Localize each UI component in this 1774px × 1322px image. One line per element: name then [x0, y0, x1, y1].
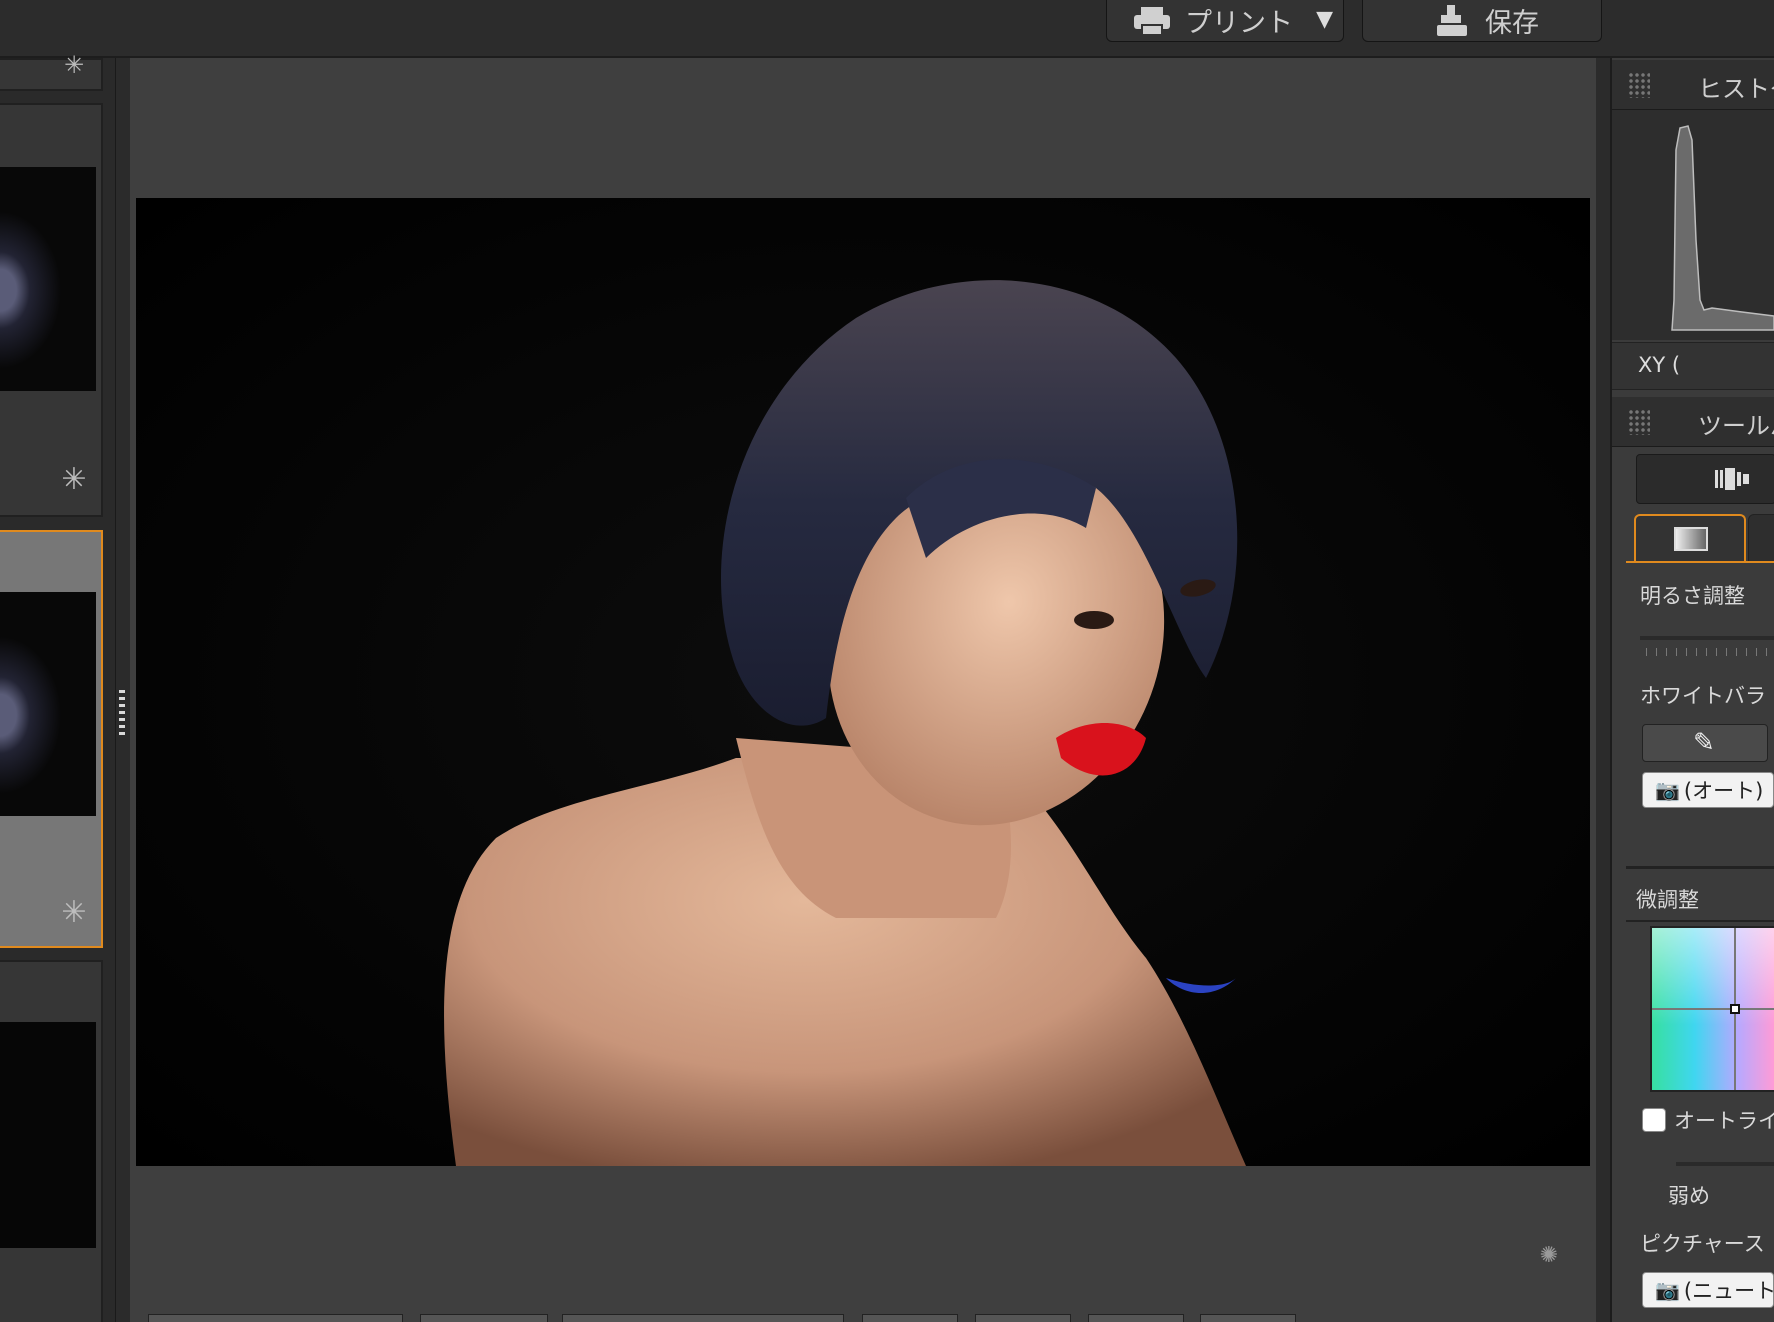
compare-icon — [1715, 468, 1749, 490]
thumbnail-image — [0, 592, 96, 816]
fine-tune-label: 微調整 — [1636, 888, 1699, 912]
histogram-area — [1612, 110, 1774, 340]
picture-style-value: (ニュート — [1683, 1279, 1774, 1303]
bottom-tab-6[interactable] — [1088, 1314, 1184, 1322]
toolbox-title: ツールバ — [1698, 412, 1774, 440]
picture-style-select[interactable]: 📷 (ニュート — [1642, 1272, 1774, 1308]
auto-light-slider[interactable] — [1676, 1162, 1774, 1166]
portrait-photo — [136, 198, 1590, 1166]
brightness-label: 明るさ調整 — [1640, 584, 1745, 608]
histogram-title: ヒストグ — [1698, 75, 1774, 103]
camera-icon: 📷 — [1655, 778, 1680, 802]
tab-next[interactable] — [1748, 514, 1774, 562]
wb-preset-select[interactable]: 📷 (オート) — [1642, 772, 1774, 808]
thumbnail-image — [0, 1022, 96, 1248]
wb-eyedropper-button[interactable]: ✎ — [1642, 724, 1768, 762]
drag-grip-icon[interactable] — [1628, 72, 1650, 98]
thumbnail-image — [0, 167, 96, 391]
print-dropdown-icon[interactable]: ▼ — [1316, 7, 1333, 32]
save-label: 保存 — [1485, 8, 1539, 39]
bottom-tab-3[interactable] — [562, 1314, 844, 1322]
toolbox-panel-header[interactable]: ツールバ — [1612, 397, 1774, 447]
thumbnail-1[interactable]: ✳ — [0, 103, 103, 517]
basic-adjust-icon — [1674, 527, 1708, 551]
histogram-panel-header[interactable]: ヒストグ — [1612, 60, 1774, 110]
save-icon — [1437, 4, 1467, 36]
rating-star-icon[interactable]: ✳ — [59, 465, 89, 495]
wb-fine-tune-grid[interactable] — [1650, 926, 1774, 1092]
print-label: プリント — [1185, 8, 1293, 39]
camera-icon: 📷 — [1655, 1278, 1680, 1302]
bottom-tab-7[interactable] — [1200, 1314, 1296, 1322]
xy-readout: XY ( — [1612, 342, 1774, 390]
histogram-graph — [1671, 125, 1774, 331]
rating-star-icon[interactable]: ✳ — [59, 53, 89, 77]
thumbnail-partial-top[interactable]: ✳ — [0, 53, 103, 91]
brightness-ticks — [1646, 648, 1774, 656]
printer-icon — [1134, 6, 1170, 35]
tab-basic-adjust[interactable] — [1634, 514, 1746, 562]
brightness-slider[interactable] — [1640, 636, 1774, 640]
auto-light-checkbox[interactable] — [1642, 1108, 1666, 1132]
drag-grip-icon[interactable] — [1628, 409, 1650, 435]
xy-label: XY ( — [1638, 353, 1681, 377]
save-button[interactable]: 保存 — [1362, 0, 1602, 42]
bottom-tab-2[interactable] — [420, 1314, 548, 1322]
weak-label: 弱め — [1668, 1184, 1710, 1208]
auto-light-label: オートライ — [1674, 1109, 1774, 1133]
bottom-tab-1[interactable] — [148, 1314, 403, 1322]
picture-style-label: ピクチャース — [1640, 1232, 1765, 1256]
bottom-tab-5[interactable] — [975, 1314, 1071, 1322]
wb-preset-value: (オート) — [1683, 779, 1764, 803]
thumbnail-3[interactable] — [0, 960, 103, 1322]
print-button[interactable]: プリント ▼ — [1106, 0, 1344, 42]
bottom-tab-4[interactable] — [862, 1314, 958, 1322]
rating-star-icon[interactable]: ✳ — [59, 898, 89, 928]
tool-palette-button[interactable] — [1636, 454, 1774, 504]
filmstrip-resize-handle[interactable] — [116, 690, 128, 750]
eyedropper-icon: ✎ — [1693, 728, 1715, 758]
thumbnail-2-selected[interactable]: ✳ — [0, 530, 103, 948]
loading-spinner-icon: ✺ — [1539, 1243, 1559, 1268]
main-photo[interactable] — [136, 198, 1590, 1166]
wb-fine-tune-marker[interactable] — [1730, 1004, 1740, 1014]
white-balance-label: ホワイトバラ — [1640, 684, 1766, 708]
